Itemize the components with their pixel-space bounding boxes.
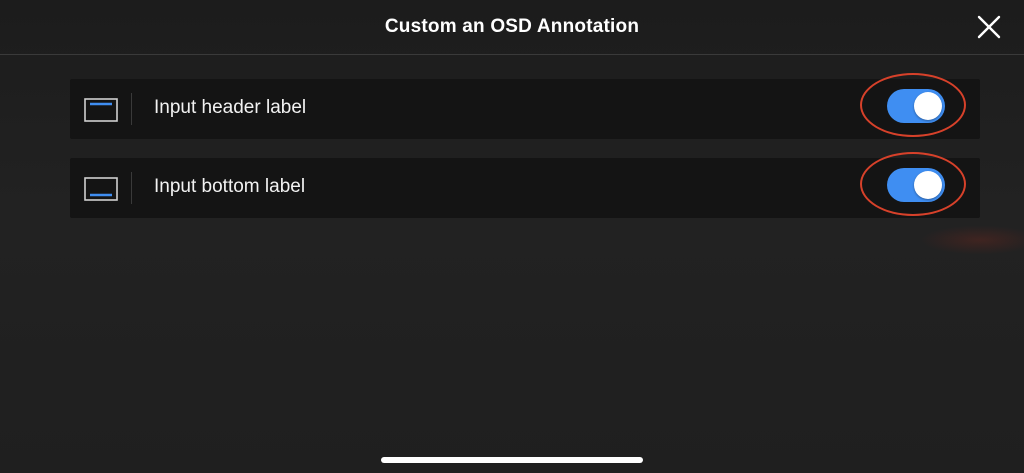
home-indicator[interactable]	[381, 457, 643, 463]
row-divider	[131, 93, 132, 125]
bottom-label-text: Input bottom label	[154, 176, 306, 197]
header-bar: Custom an OSD Annotation	[0, 0, 1024, 55]
header-position-icon	[84, 98, 118, 122]
header-label-text: Input header label	[154, 97, 307, 118]
osd-annotation-screen: Custom an OSD Annotation Input header la…	[0, 0, 1024, 473]
close-icon	[977, 15, 1001, 39]
setting-row-bottom-label: Input bottom label	[70, 152, 980, 218]
page-title: Custom an OSD Annotation	[384, 16, 640, 37]
bottom-label-toggle[interactable]	[860, 152, 972, 222]
toggle-knob	[914, 171, 942, 199]
row-divider	[131, 172, 132, 204]
bottom-position-icon	[84, 177, 118, 201]
setting-row-header-label: Input header label	[70, 73, 980, 139]
toggle-knob	[914, 92, 942, 120]
header-label-toggle[interactable]	[860, 73, 972, 143]
toggle-switch-on[interactable]	[887, 168, 945, 202]
toggle-switch-on[interactable]	[887, 89, 945, 123]
close-button[interactable]	[976, 14, 1002, 40]
